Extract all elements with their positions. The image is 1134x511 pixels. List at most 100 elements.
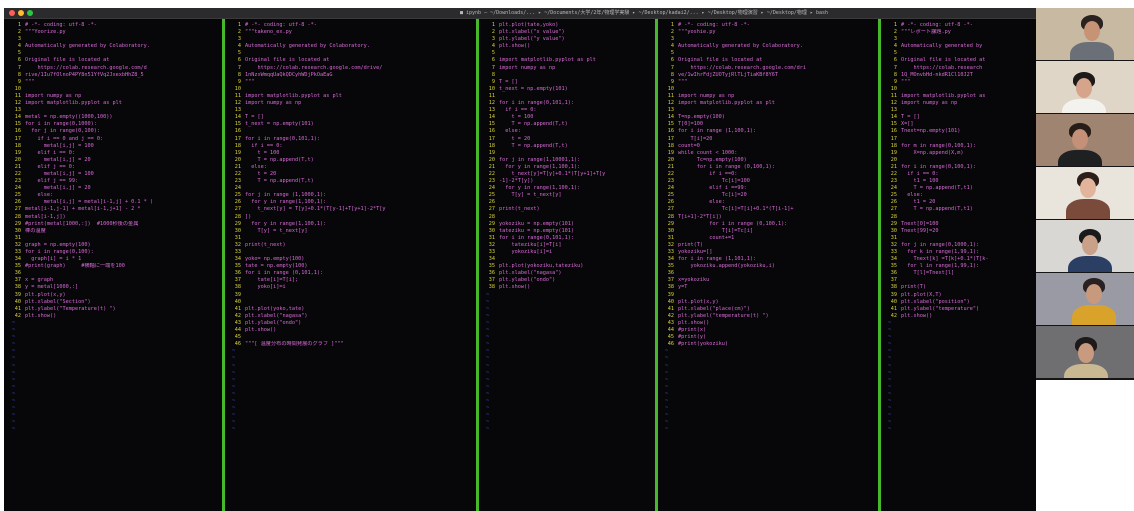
code-line[interactable]: 19 <box>482 150 655 157</box>
code-line[interactable]: 42 plt.xlabel("nagasa") <box>228 313 476 320</box>
code-line[interactable]: 34 <box>482 256 655 263</box>
code-line[interactable]: 6 Original file is located at <box>228 57 476 64</box>
code-line[interactable]: 30 T[y] = t_next[y] <box>228 228 476 235</box>
code-line[interactable]: 27 Tc[i]=T[i]+0.1*(T[i-1]+ <box>661 206 877 213</box>
code-line[interactable]: 27 print(t_next) <box>482 206 655 213</box>
code-line[interactable]: 10 <box>8 86 221 93</box>
code-line[interactable]: 38 yoko[i]=i <box>228 284 476 291</box>
code-line[interactable]: 13 <box>8 107 221 114</box>
code-line[interactable]: 15 T[0]=100 <box>661 121 877 128</box>
participant-video-tile[interactable] <box>1036 61 1134 113</box>
code-line[interactable]: 16 else: <box>482 128 655 135</box>
code-line[interactable]: 5 <box>482 50 655 57</box>
code-line[interactable]: 22 t_next[y]=T[y]+0.1*(T[y+1]+T[y <box>482 171 655 178</box>
code-line[interactable]: 8 rive/1Iu7fOlnoP4PY8n51YfVq2JxexbHhZ8_5 <box>8 72 221 79</box>
code-line[interactable]: 9 """ <box>884 79 1036 86</box>
code-line[interactable]: 23 Tc[i]=100 <box>661 178 877 185</box>
code-line[interactable]: 10 <box>661 86 877 93</box>
code-line[interactable]: 14 t = 100 <box>482 114 655 121</box>
code-line[interactable]: 14 metal = np.empty((1000,100)) <box>8 114 221 121</box>
code-line[interactable]: 35 yokoziku.append(yokoziku,i) <box>661 263 877 270</box>
code-line[interactable]: 11 import matplotlib.pyplot as plt <box>228 93 476 100</box>
code-line[interactable]: 27 T = np.append(T,t1) <box>884 206 1036 213</box>
code-line[interactable]: 42 plt.show() <box>884 313 1036 320</box>
code-line[interactable]: 43 plt.show() <box>661 320 877 327</box>
code-line[interactable]: 32 graph = np.empty(100) <box>8 242 221 249</box>
code-line[interactable]: 9 """ <box>661 79 877 86</box>
code-line[interactable]: 45 #print(y) <box>661 334 877 341</box>
code-line[interactable]: 23 elif j == 99: <box>8 178 221 185</box>
code-line[interactable]: 33 <box>228 249 476 256</box>
code-line[interactable]: 39 plt.plot(X,T) <box>884 292 1036 299</box>
code-line[interactable]: 1 # -*- coding: utf-8 -*- <box>228 22 476 29</box>
code-line[interactable]: 22 if i == 0: <box>884 171 1036 178</box>
code-line[interactable]: 44 #print(x) <box>661 327 877 334</box>
code-line[interactable]: 31 <box>228 235 476 242</box>
code-line[interactable]: 18 T = np.append(T,t) <box>482 143 655 150</box>
code-line[interactable]: 20 <box>884 157 1036 164</box>
code-line[interactable]: 32 tateziku[i]=T[i] <box>482 242 655 249</box>
code-line[interactable]: 32 print(T) <box>661 242 877 249</box>
code-line[interactable]: 1 # -*- coding: utf-8 -*- <box>884 22 1036 29</box>
code-line[interactable]: 5 <box>884 50 1036 57</box>
code-line[interactable]: 39 <box>228 292 476 299</box>
code-line[interactable]: 9 T = [] <box>482 79 655 86</box>
code-line[interactable]: 20 T = np.append(T,t) <box>228 157 476 164</box>
participant-video-tile[interactable] <box>1036 273 1134 325</box>
code-line[interactable]: 6 Original file is located at <box>884 57 1036 64</box>
code-line[interactable]: 26 <box>482 199 655 206</box>
code-line[interactable]: 11 import numpy as np <box>8 93 221 100</box>
code-line[interactable]: 21 elif j == 0: <box>8 164 221 171</box>
code-line[interactable]: 19 elif i == 0: <box>8 150 221 157</box>
code-line[interactable]: 41 plt.ylabel("temperature") <box>884 306 1036 313</box>
code-line[interactable]: 17 <box>884 136 1036 143</box>
code-line[interactable]: 4 Automatically generated by Colaboratory… <box>8 43 221 50</box>
code-line[interactable]: 3 <box>661 36 877 43</box>
code-line[interactable]: 30 Tnext[99]=20 <box>884 228 1036 235</box>
code-line[interactable]: 23 T = np.append(T,t) <box>228 178 476 185</box>
code-line[interactable]: 28]) <box>228 214 476 221</box>
code-line[interactable]: 17 t = 20 <box>482 136 655 143</box>
code-line[interactable]: 16 Tnext=np.empty(101) <box>884 128 1036 135</box>
code-line[interactable]: 3 <box>884 36 1036 43</box>
code-line[interactable]: 26 t1 = 20 <box>884 199 1036 206</box>
code-line[interactable]: 9 """ <box>8 79 221 86</box>
code-line[interactable]: 37 x=yokoziku <box>661 277 877 284</box>
code-line[interactable]: 13 <box>661 107 877 114</box>
code-line[interactable]: 11 import matplotlib.pyplot as <box>884 93 1036 100</box>
code-line[interactable]: 13 <box>228 107 476 114</box>
code-line[interactable]: 5 <box>661 50 877 57</box>
pane-separator[interactable] <box>476 19 479 511</box>
minimize-window-button[interactable] <box>18 10 24 16</box>
code-line[interactable]: 5 <box>8 50 221 57</box>
code-line[interactable]: 32 for j in range(0,1000,1): <box>884 242 1036 249</box>
code-line[interactable]: 37 <box>884 277 1036 284</box>
code-line[interactable]: 16 for j in range(0,100): <box>8 128 221 135</box>
code-line[interactable]: 24 metal[i,j] = 20 <box>8 185 221 192</box>
code-line[interactable]: 7 import numpy as np <box>482 65 655 72</box>
editor-pane-takeno[interactable]: 1 # -*- coding: utf-8 -*- 2 """takeno_ex.py… <box>228 22 476 504</box>
code-line[interactable]: 15 T = np.append(T,t) <box>482 121 655 128</box>
code-line[interactable]: 12 for i in range(0,101,1): <box>482 100 655 107</box>
code-line[interactable]: 33 for k in range(1,99,1): <box>884 249 1036 256</box>
code-line[interactable]: 21 for i in range(0,100,1): <box>884 164 1036 171</box>
code-line[interactable]: 35 for l in range(1,99,1): <box>884 263 1036 270</box>
code-line[interactable]: 20 metal[i,j] = 20 <box>8 157 221 164</box>
participant-video-tile[interactable] <box>1036 8 1134 60</box>
code-line[interactable]: 8 1Q_MOnvbHd-nkdR1Cl10J2T <box>884 72 1036 79</box>
code-line[interactable]: 46 """[ 温度分布の時間発展のグラフ ]""" <box>228 341 476 348</box>
code-line[interactable]: 24 T = np.append(T,t1) <box>884 185 1036 192</box>
code-line[interactable]: 11 <box>482 93 655 100</box>
participant-video-tile[interactable] <box>1036 220 1134 272</box>
code-line[interactable]: 36 for i in range (0,101,1): <box>228 270 476 277</box>
code-line[interactable]: 25 T[y] = t_next[y] <box>482 192 655 199</box>
code-line[interactable]: 12 import numpy as np <box>228 100 476 107</box>
code-line[interactable]: 35 tate = np.empty(100) <box>228 263 476 270</box>
code-line[interactable]: 8 ve/1wIhrFdjZUOTyjRlTLjTiaKBf8Y6T <box>661 72 877 79</box>
code-line[interactable]: 17 T[i]=20 <box>661 136 877 143</box>
code-line[interactable]: 36 <box>661 270 877 277</box>
code-line[interactable]: 2 """Yoorize.py <box>8 29 221 36</box>
zoom-window-button[interactable] <box>27 10 33 16</box>
code-line[interactable]: 10 <box>884 86 1036 93</box>
code-line[interactable]: 21 else: <box>228 164 476 171</box>
